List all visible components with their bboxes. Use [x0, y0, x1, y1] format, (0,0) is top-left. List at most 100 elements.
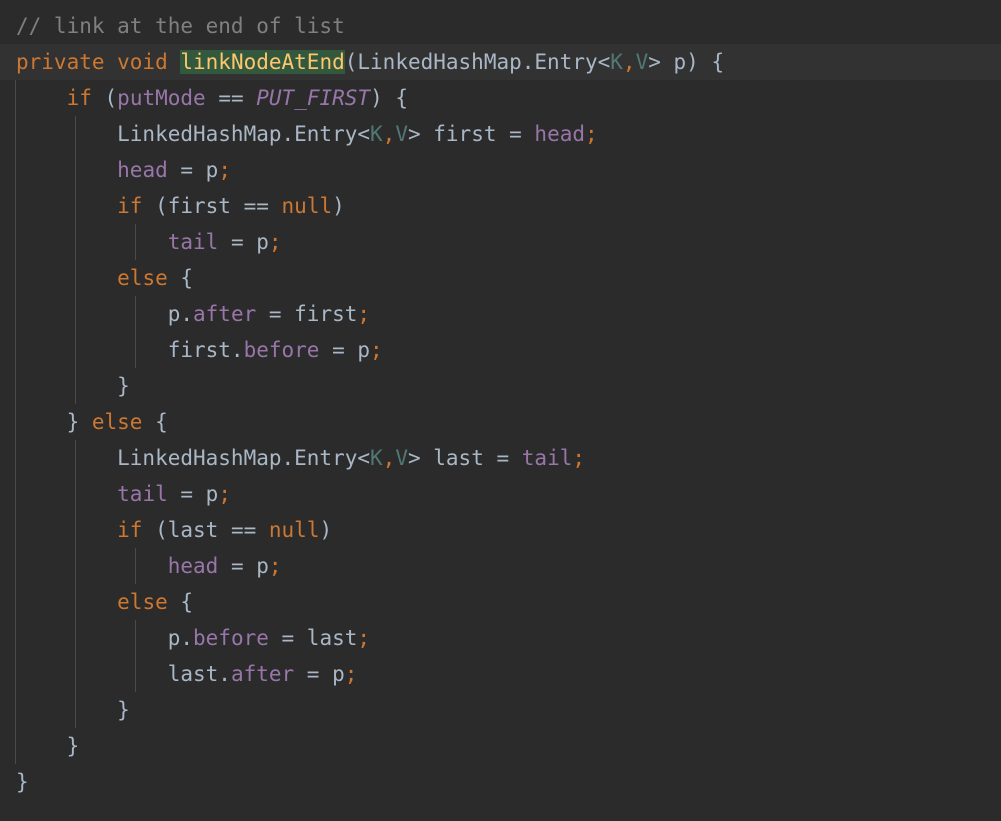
- code-token-id: [16, 590, 117, 614]
- code-token-id: = p: [167, 482, 219, 506]
- code-token-kw: else: [91, 410, 143, 434]
- code-token-id: }: [16, 374, 130, 398]
- code-line[interactable]: }: [0, 692, 1001, 728]
- code-line[interactable]: } else {: [0, 404, 1001, 440]
- code-token-punc: ;: [268, 554, 282, 578]
- code-token-id: [16, 86, 67, 110]
- code-token-punc: ,: [382, 446, 396, 470]
- code-line[interactable]: }: [0, 368, 1001, 404]
- code-token-kw: else: [117, 266, 168, 290]
- code-line[interactable]: if (first == null): [0, 188, 1001, 224]
- code-token-id: [16, 266, 117, 290]
- code-token-id: {: [142, 410, 168, 434]
- code-token-punc: ;: [218, 482, 231, 506]
- code-token-fld: head: [534, 122, 585, 146]
- code-token-id: [16, 554, 168, 578]
- code-token-id: > last =: [407, 446, 522, 470]
- code-token-kw: else: [117, 590, 168, 614]
- code-token-tparam: K: [370, 446, 383, 470]
- code-token-fld: tail: [117, 482, 168, 506]
- code-token-fld: after: [193, 302, 257, 326]
- code-line[interactable]: p.after = first;: [0, 296, 1001, 332]
- code-token-id: = first: [256, 302, 358, 326]
- code-line[interactable]: last.after = p;: [0, 656, 1001, 692]
- code-token-fld: tail: [167, 230, 219, 254]
- code-token-id: = p: [167, 158, 219, 182]
- code-token-kw: if: [66, 86, 92, 110]
- code-token-id: [16, 158, 117, 182]
- code-token-id: (: [91, 86, 118, 110]
- code-line[interactable]: if (putMode == PUT_FIRST) {: [0, 80, 1001, 116]
- code-token-kw: null: [268, 518, 320, 542]
- code-line[interactable]: tail = p;: [0, 476, 1001, 512]
- code-token-punc: ;: [218, 158, 231, 182]
- code-token-fld: head: [167, 554, 219, 578]
- code-token-id: LinkedHashMap.Entry<: [16, 122, 371, 146]
- code-line[interactable]: else {: [0, 584, 1001, 620]
- code-token-tparam: V: [395, 446, 408, 470]
- code-token-id: = p: [294, 662, 345, 686]
- code-token-id: ) {: [370, 86, 408, 110]
- code-line[interactable]: private void linkNodeAtEnd(LinkedHashMap…: [0, 44, 1001, 80]
- code-token-id: }: [16, 770, 29, 794]
- code-token-punc: ,: [622, 50, 636, 74]
- code-token-punc: ;: [585, 122, 598, 146]
- code-line[interactable]: p.before = last;: [0, 620, 1001, 656]
- code-token-sfld: PUT_FIRST: [256, 86, 371, 110]
- code-token-punc: ;: [344, 662, 358, 686]
- code-token-id: (LinkedHashMap.Entry<: [344, 50, 611, 74]
- code-token-fld: before: [243, 338, 320, 362]
- code-token-id: [16, 518, 117, 542]
- code-token-id: }: [16, 410, 92, 434]
- code-content[interactable]: // link at the end of list private void l…: [0, 8, 1001, 800]
- code-token-mname: linkNodeAtEnd: [180, 50, 345, 74]
- code-line[interactable]: LinkedHashMap.Entry<K,V> last = tail;: [0, 440, 1001, 476]
- code-token-kw: private void: [16, 50, 181, 74]
- code-token-tparam: V: [395, 122, 408, 146]
- code-token-punc: ;: [370, 338, 383, 362]
- code-token-id: = p: [319, 338, 371, 362]
- code-token-id: LinkedHashMap.Entry<: [16, 446, 371, 470]
- code-token-id: }: [16, 698, 130, 722]
- code-token-kw: if: [117, 518, 143, 542]
- code-line[interactable]: head = p;: [0, 548, 1001, 584]
- code-token-cmt: // link at the end of list: [16, 14, 345, 38]
- code-token-id: (first ==: [142, 194, 282, 218]
- code-line[interactable]: LinkedHashMap.Entry<K,V> first = head;: [0, 116, 1001, 152]
- code-token-id: ): [332, 194, 345, 218]
- code-line[interactable]: first.before = p;: [0, 332, 1001, 368]
- code-token-fld: tail: [521, 446, 573, 470]
- code-line[interactable]: head = p;: [0, 152, 1001, 188]
- code-line[interactable]: tail = p;: [0, 224, 1001, 260]
- code-token-kw: null: [281, 194, 333, 218]
- code-token-id: = p: [218, 554, 269, 578]
- code-line[interactable]: // link at the end of list: [0, 8, 1001, 44]
- code-token-fld: after: [230, 662, 295, 686]
- code-token-id: {: [167, 590, 194, 614]
- code-token-tparam: V: [635, 50, 649, 74]
- code-token-id: first.: [16, 338, 244, 362]
- code-token-id: [16, 194, 117, 218]
- code-token-id: [16, 230, 168, 254]
- code-line[interactable]: }: [0, 764, 1001, 800]
- code-token-id: ==: [205, 86, 257, 110]
- code-line[interactable]: else {: [0, 260, 1001, 296]
- code-token-id: p.: [16, 302, 194, 326]
- code-token-id: }: [16, 734, 80, 758]
- code-token-punc: ,: [382, 122, 396, 146]
- code-token-id: p.: [16, 626, 194, 650]
- code-token-tparam: K: [370, 122, 383, 146]
- code-token-id: ): [319, 518, 333, 542]
- code-token-id: (last ==: [142, 518, 269, 542]
- code-token-punc: ;: [268, 230, 282, 254]
- code-token-fld: before: [193, 626, 269, 650]
- code-token-id: = last: [268, 626, 358, 650]
- code-token-fld: head: [117, 158, 168, 182]
- code-line[interactable]: }: [0, 728, 1001, 764]
- code-token-kw: if: [117, 194, 143, 218]
- code-token-fld: putMode: [117, 86, 206, 110]
- code-token-punc: ;: [357, 302, 371, 326]
- code-token-id: last.: [16, 662, 231, 686]
- code-editor[interactable]: // link at the end of list private void l…: [0, 0, 1001, 821]
- code-line[interactable]: if (last == null): [0, 512, 1001, 548]
